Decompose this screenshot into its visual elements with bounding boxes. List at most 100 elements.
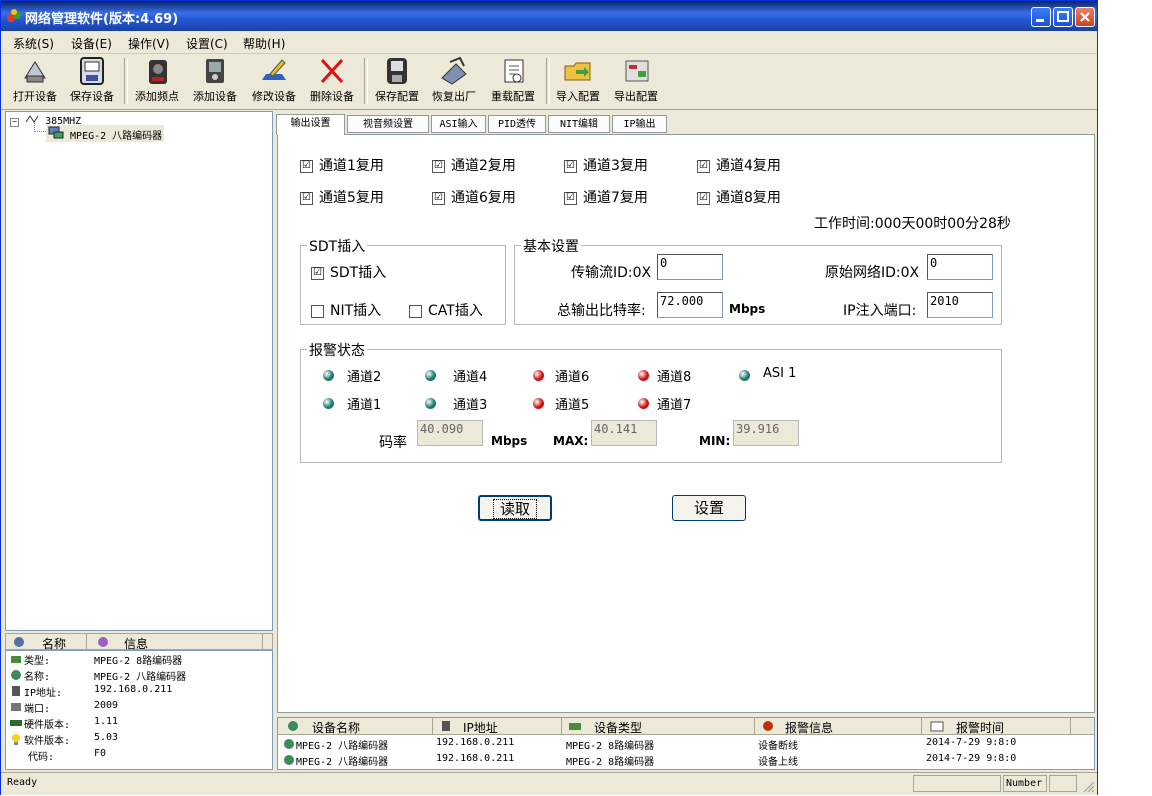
min-bitrate-readout: 39.916 bbox=[733, 420, 799, 446]
status-pane bbox=[913, 775, 1001, 792]
add-frequency-icon bbox=[149, 60, 167, 84]
status-text: Ready bbox=[7, 777, 38, 788]
tab-asi-input[interactable]: ASI输入 bbox=[431, 115, 486, 133]
menu-operation[interactable]: 操作(V) bbox=[128, 35, 170, 52]
tab-pid-passthrough[interactable]: PID透传 bbox=[488, 115, 546, 133]
factory-reset-button[interactable]: 恢复出厂 bbox=[426, 56, 482, 106]
main-window: 网络管理软件(版本:4.69) 系统(S) 设备(E) 操作(V) 设置(C) … bbox=[0, 0, 1098, 795]
save-device-button[interactable]: 保存设备 bbox=[64, 56, 120, 106]
tree-node-encoder[interactable]: MPEG-2 八路编码器 bbox=[46, 125, 165, 142]
calendar-icon bbox=[930, 721, 944, 732]
channel-3-checkbox[interactable]: ☑ 通道3复用 bbox=[564, 155, 648, 175]
original-network-id-input[interactable]: 0 bbox=[927, 254, 993, 280]
save-config-button[interactable]: 保存配置 bbox=[369, 56, 425, 106]
column-header-alarm-time[interactable]: 报警时间 bbox=[922, 718, 1071, 735]
device-icon bbox=[48, 126, 64, 139]
cat-insert-checkbox[interactable]: CAT插入 bbox=[409, 300, 483, 320]
info-row-type: 类型: MPEG-2 8路编码器 bbox=[8, 651, 270, 667]
set-button[interactable]: 设置 bbox=[672, 495, 746, 521]
close-button[interactable] bbox=[1075, 7, 1095, 27]
channel-8-checkbox[interactable]: ☑ 通道8复用 bbox=[697, 187, 781, 207]
output-settings-panel: ☑ 通道1复用 ☑ 通道2复用 ☑ 通道3复用 ☑ 通道4复用 ☑ 通道5复用 ☑ 通道6复… bbox=[277, 134, 1095, 713]
reload-config-button[interactable]: 重载配置 bbox=[485, 56, 541, 106]
menu-settings[interactable]: 设置(C) bbox=[186, 35, 228, 52]
alarm-indicator-icon bbox=[323, 398, 334, 409]
sdt-insert-group: SDT插入 ☑ SDT插入 NIT插入 CAT插入 bbox=[300, 236, 506, 325]
channel-1-checkbox[interactable]: ☑ 通道1复用 bbox=[300, 155, 384, 175]
import-config-button[interactable]: 导入配置 bbox=[550, 56, 606, 106]
menu-bar: 系统(S) 设备(E) 操作(V) 设置(C) 帮助(H) bbox=[1, 31, 1097, 54]
delete-device-button[interactable]: 删除设备 bbox=[304, 56, 360, 106]
menu-system[interactable]: 系统(S) bbox=[13, 35, 54, 52]
edit-device-button[interactable]: 修改设备 bbox=[246, 56, 302, 106]
channel-6-checkbox[interactable]: ☑ 通道6复用 bbox=[432, 187, 516, 207]
alarm-indicator-icon bbox=[533, 398, 544, 409]
device-type-icon bbox=[569, 723, 581, 730]
resize-grip-icon[interactable] bbox=[1081, 779, 1095, 793]
close-icon bbox=[1080, 12, 1090, 22]
device-tree[interactable]: − 385MHZ MPEG-2 八路编码器 bbox=[5, 111, 273, 631]
menu-device[interactable]: 设备(E) bbox=[71, 35, 112, 52]
channel-2-checkbox[interactable]: ☑ 通道2复用 bbox=[432, 155, 516, 175]
table-row[interactable]: MPEG-2 八路编码器 192.168.0.211 MPEG-2 8路编码器 … bbox=[278, 752, 1094, 768]
open-device-button[interactable]: 打开设备 bbox=[7, 56, 63, 106]
minimize-icon bbox=[1036, 19, 1044, 22]
column-header-device-name[interactable]: 设备名称 bbox=[278, 718, 433, 735]
channel-4-checkbox[interactable]: ☑ 通道4复用 bbox=[697, 155, 781, 175]
max-bitrate-readout: 40.141 bbox=[591, 420, 657, 446]
table-row[interactable]: MPEG-2 八路编码器 192.168.0.211 MPEG-2 8路编码器 … bbox=[278, 736, 1094, 752]
maximize-icon bbox=[1057, 11, 1069, 22]
device-name-icon bbox=[288, 721, 298, 731]
open-device-icon bbox=[24, 61, 46, 83]
column-header-alarm-info[interactable]: 报警信息 bbox=[755, 718, 922, 735]
add-device-button[interactable]: 添加设备 bbox=[187, 56, 243, 106]
collapse-icon[interactable]: − bbox=[10, 118, 19, 127]
export-config-button[interactable]: 导出配置 bbox=[608, 56, 664, 106]
channel-7-checkbox[interactable]: ☑ 通道7复用 bbox=[564, 187, 648, 207]
title-bar[interactable]: 网络管理软件(版本:4.69) bbox=[1, 1, 1097, 31]
transport-stream-id-input[interactable]: 0 bbox=[657, 254, 723, 280]
frequency-icon bbox=[25, 115, 39, 123]
toolbar-separator bbox=[124, 58, 128, 104]
sdt-insert-checkbox[interactable]: ☑ SDT插入 bbox=[311, 262, 386, 282]
tab-ip-output[interactable]: IP输出 bbox=[612, 115, 667, 133]
hardware-icon bbox=[10, 720, 22, 726]
work-time: 工作时间:000天00时00分28秒 bbox=[814, 216, 1011, 232]
port-icon bbox=[11, 703, 21, 711]
ip-inject-port-input[interactable]: 2010 bbox=[927, 292, 993, 318]
tab-nit-edit[interactable]: NIT编辑 bbox=[548, 115, 610, 133]
maximize-button[interactable] bbox=[1053, 7, 1073, 27]
import-config-icon bbox=[564, 62, 591, 81]
column-header-device-type[interactable]: 设备类型 bbox=[562, 718, 755, 735]
column-header-ip[interactable]: IP地址 bbox=[433, 718, 562, 735]
tab-av-settings[interactable]: 视音频设置 bbox=[347, 115, 429, 133]
app-icon bbox=[7, 9, 21, 22]
alarm-status-group: 报警状态 通道2 通道4 通道6 通道8 ASI 1 通道1 通道3 通道5 通… bbox=[300, 340, 1002, 463]
alarm-list[interactable]: 设备名称 IP地址 设备类型 报警信息 报警时间 MPEG-2 八路编码器 19 bbox=[277, 717, 1095, 770]
add-frequency-button[interactable]: 添加频点 bbox=[129, 56, 185, 106]
alarm-indicator-icon bbox=[739, 370, 750, 381]
basic-settings-group: 基本设置 传输流ID:0X 0 原始网络ID:0X 0 总输出比特率: 72.0… bbox=[514, 236, 1002, 325]
name-column-icon bbox=[14, 637, 24, 647]
window-title: 网络管理软件(版本:4.69) bbox=[25, 12, 179, 27]
nit-insert-checkbox[interactable]: NIT插入 bbox=[311, 300, 381, 320]
alarm-indicator-icon bbox=[638, 398, 649, 409]
status-pane-number: Number bbox=[1003, 775, 1047, 792]
alarm-indicator-icon bbox=[638, 370, 649, 381]
channel-5-checkbox[interactable]: ☑ 通道5复用 bbox=[300, 187, 384, 207]
add-device-icon bbox=[206, 59, 224, 83]
name-icon bbox=[11, 670, 21, 680]
info-list: 类型: MPEG-2 8路编码器 名称: MPEG-2 八路编码器 IP地址: … bbox=[5, 650, 273, 770]
save-config-icon bbox=[387, 58, 407, 84]
toolbar: 打开设备 保存设备 添加频点 添加设备 修改设备 删除设备 保存配置 恢复出厂 … bbox=[1, 54, 1097, 110]
info-row-software: 软件版本: 5.03 bbox=[8, 731, 270, 747]
tab-output-settings[interactable]: 输出设置 bbox=[276, 114, 345, 135]
save-device-icon bbox=[80, 57, 104, 85]
status-pane bbox=[1049, 775, 1077, 792]
read-button[interactable]: 读取 bbox=[478, 495, 552, 521]
total-bitrate-input[interactable]: 72.000 bbox=[657, 292, 723, 318]
export-config-icon bbox=[625, 60, 649, 82]
menu-help[interactable]: 帮助(H) bbox=[243, 35, 285, 52]
ip-address-icon bbox=[12, 686, 20, 696]
minimize-button[interactable] bbox=[1031, 7, 1051, 27]
